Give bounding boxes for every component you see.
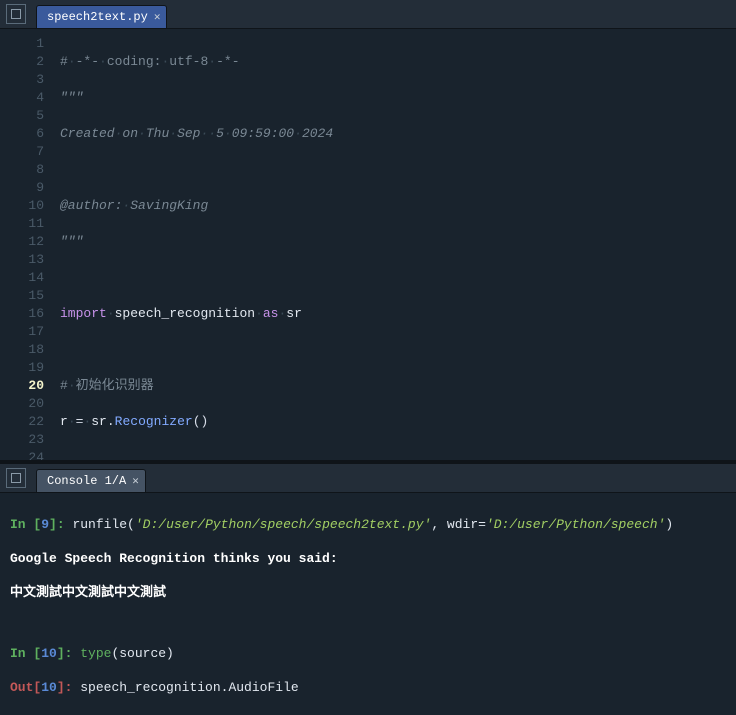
line-gutter: 1234567891011121314151617181920202223242… [0, 29, 54, 460]
close-icon[interactable]: ✕ [132, 474, 139, 488]
code-area[interactable]: #·-*-·coding:·utf-8·-*- """ Created·on·T… [54, 29, 736, 460]
console-output[interactable]: In [9]: runfile('D:/user/Python/speech/s… [0, 493, 736, 715]
console-tab-label: Console 1/A [47, 474, 126, 488]
editor-tab-label: speech2text.py [47, 10, 148, 24]
console-tabbar: Console 1/A ✕ [0, 464, 736, 493]
console-line: In [10]: type(source) [10, 645, 726, 662]
console-line: Google Speech Recognition thinks you sai… [10, 550, 726, 567]
detach-icon[interactable] [6, 4, 26, 24]
console-tab[interactable]: Console 1/A ✕ [36, 469, 146, 492]
detach-icon[interactable] [6, 468, 26, 488]
console-pane: Console 1/A ✕ In [9]: runfile('D:/user/P… [0, 464, 736, 715]
console-line: Out[10]: speech_recognition.AudioFile [10, 679, 726, 696]
console-line: 中文測試中文測試中文測試 [10, 584, 726, 601]
console-line: In [9]: runfile('D:/user/Python/speech/s… [10, 516, 726, 533]
editor-tabbar: speech2text.py ✕ [0, 0, 736, 29]
editor-tab[interactable]: speech2text.py ✕ [36, 5, 167, 28]
editor-pane: speech2text.py ✕ 12345678910111213141516… [0, 0, 736, 460]
ide-window: speech2text.py ✕ 12345678910111213141516… [0, 0, 736, 715]
docstring: """ [60, 90, 83, 105]
close-icon[interactable]: ✕ [154, 10, 161, 24]
code-editor[interactable]: 1234567891011121314151617181920202223242… [0, 29, 736, 460]
